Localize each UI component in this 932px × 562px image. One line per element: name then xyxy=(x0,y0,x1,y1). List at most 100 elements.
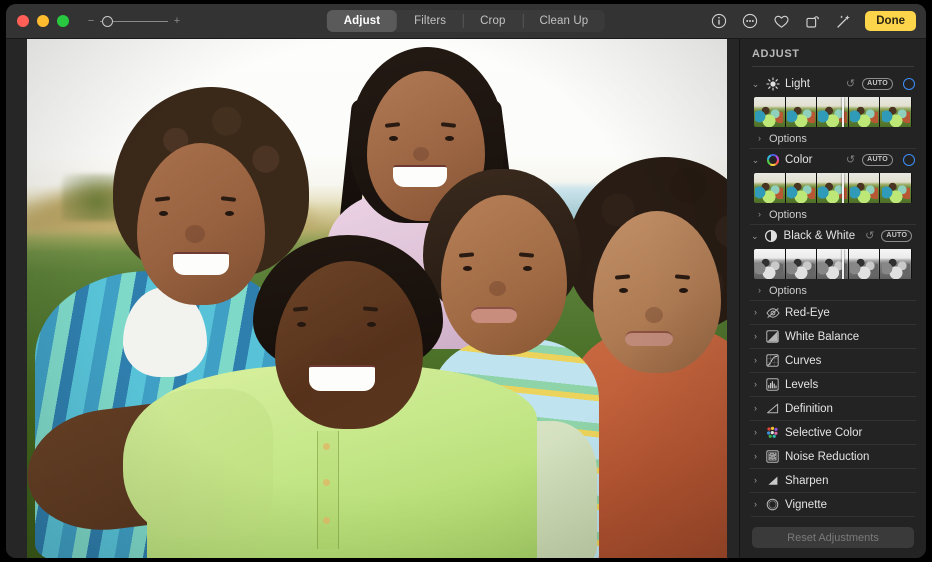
close-window-button[interactable] xyxy=(17,15,29,27)
window-toolbar: − + Adjust Filters Crop Clean Up xyxy=(6,4,926,39)
zoom-slider-control[interactable]: − + xyxy=(87,15,181,27)
white-balance-icon xyxy=(765,329,780,344)
chevron-right-icon[interactable]: › xyxy=(751,476,760,485)
chevron-right-icon[interactable]: › xyxy=(751,332,760,341)
panel-title: ADJUST xyxy=(750,39,916,66)
section-vignette-label: Vignette xyxy=(785,499,827,511)
section-definition[interactable]: › Definition xyxy=(750,396,916,420)
zoom-slider-knob[interactable] xyxy=(102,16,113,27)
section-noise-reduction[interactable]: › Noise Reduct xyxy=(750,444,916,468)
chevron-right-icon[interactable]: › xyxy=(751,500,760,509)
rotate-icon[interactable] xyxy=(803,12,821,30)
section-definition-label: Definition xyxy=(785,403,833,415)
auto-color-button[interactable]: AUTO xyxy=(862,154,893,166)
section-curves[interactable]: › Curves xyxy=(750,348,916,372)
selective-color-icon xyxy=(765,425,780,440)
section-color[interactable]: ⌄ Color ↺ AUTO xyxy=(750,148,916,171)
section-red-eye-label: Red-Eye xyxy=(785,307,830,319)
chevron-right-icon[interactable]: › xyxy=(751,308,760,317)
section-light[interactable]: ⌄ Light ↺ AUTO xyxy=(750,73,916,95)
reset-color-icon[interactable]: ↺ xyxy=(846,155,855,166)
tab-filters[interactable]: Filters xyxy=(397,10,463,32)
section-selective-color[interactable]: › Selective Color xyxy=(750,420,916,444)
zoom-in-icon[interactable]: + xyxy=(173,16,181,27)
sharpen-icon xyxy=(765,473,780,488)
section-selective-color-label: Selective Color xyxy=(785,427,862,439)
section-white-balance[interactable]: › White Balance xyxy=(750,324,916,348)
tab-adjust[interactable]: Adjust xyxy=(327,10,397,32)
curves-icon xyxy=(765,353,780,368)
chevron-down-icon[interactable]: ⌄ xyxy=(751,232,759,241)
section-levels-label: Levels xyxy=(785,379,818,391)
photo-canvas[interactable] xyxy=(6,39,739,558)
chevron-down-icon[interactable]: ⌄ xyxy=(751,80,760,89)
chevron-right-icon[interactable]: › xyxy=(751,428,760,437)
color-options-row[interactable]: › Options xyxy=(750,205,916,224)
section-noise-reduction-label: Noise Reduction xyxy=(785,451,869,463)
chevron-right-icon[interactable]: › xyxy=(751,452,760,461)
more-options-icon[interactable] xyxy=(741,12,759,30)
adjustments-list: ⌄ Light ↺ AUTO xyxy=(750,73,916,521)
maximize-window-button[interactable] xyxy=(57,15,69,27)
auto-light-button[interactable]: AUTO xyxy=(862,78,893,90)
black-and-white-options-label: Options xyxy=(769,285,807,297)
chevron-down-icon[interactable]: ⌄ xyxy=(751,156,760,165)
tab-crop[interactable]: Crop xyxy=(463,10,522,32)
section-vignette[interactable]: › Vignette xyxy=(750,492,916,516)
brightness-sun-icon xyxy=(765,77,780,92)
done-button[interactable]: Done xyxy=(865,11,916,31)
chevron-right-icon[interactable]: › xyxy=(755,134,764,143)
window-body: ADJUST ⌄ Light xyxy=(6,39,926,558)
info-icon[interactable] xyxy=(710,12,728,30)
edited-photo[interactable] xyxy=(27,39,727,558)
color-options-label: Options xyxy=(769,209,807,221)
reset-light-icon[interactable]: ↺ xyxy=(846,79,855,90)
black-and-white-thumbnail-slider[interactable] xyxy=(754,249,912,279)
auto-enhance-wand-icon[interactable] xyxy=(834,12,852,30)
section-white-balance-label: White Balance xyxy=(785,331,859,343)
chevron-right-icon[interactable]: › xyxy=(751,380,760,389)
panel-title-divider xyxy=(752,66,914,67)
black-and-white-options-row[interactable]: › Options xyxy=(750,281,916,300)
sidebar-footer: Reset Adjustments xyxy=(750,521,916,558)
color-slider-handle[interactable] xyxy=(842,173,844,203)
zoom-slider-track[interactable] xyxy=(100,15,168,27)
person-left-mouth xyxy=(173,252,229,275)
section-black-and-white[interactable]: ⌄ Black & White ↺ AUTO xyxy=(750,224,916,247)
section-sharpen[interactable]: › Sharpen xyxy=(750,468,916,492)
section-black-and-white-label: Black & White xyxy=(784,230,856,242)
traffic-light-buttons xyxy=(6,15,69,27)
person-right-mouth xyxy=(625,331,673,346)
section-color-label: Color xyxy=(785,154,812,166)
favorite-heart-icon[interactable] xyxy=(772,12,790,30)
chevron-right-icon[interactable]: › xyxy=(751,404,760,413)
person-front-mouth xyxy=(309,365,375,391)
levels-icon xyxy=(765,377,780,392)
reset-black-and-white-icon[interactable]: ↺ xyxy=(865,231,874,242)
color-wheel-icon xyxy=(765,153,780,168)
person-front-sleeve xyxy=(123,389,273,539)
chevron-right-icon[interactable]: › xyxy=(755,286,764,295)
toggle-light-button[interactable] xyxy=(903,78,915,90)
minimize-window-button[interactable] xyxy=(37,15,49,27)
section-red-eye[interactable]: › Red-Eye xyxy=(750,300,916,324)
vignette-icon xyxy=(765,497,780,512)
person-center-right-mouth xyxy=(471,307,517,323)
toggle-color-button[interactable] xyxy=(903,154,915,166)
zoom-out-icon[interactable]: − xyxy=(87,16,95,27)
color-thumbnail-slider[interactable] xyxy=(754,173,912,203)
light-options-row[interactable]: › Options xyxy=(750,129,916,148)
chevron-right-icon[interactable]: › xyxy=(751,356,760,365)
section-levels[interactable]: › Levels xyxy=(750,372,916,396)
reset-adjustments-button[interactable]: Reset Adjustments xyxy=(752,527,914,548)
auto-black-and-white-button[interactable]: AUTO xyxy=(881,230,912,242)
tab-clean-up[interactable]: Clean Up xyxy=(522,10,605,32)
section-curves-label: Curves xyxy=(785,355,821,367)
adjust-sidebar: ADJUST ⌄ Light xyxy=(739,39,926,558)
chevron-right-icon[interactable]: › xyxy=(755,210,764,219)
black-and-white-slider-handle[interactable] xyxy=(842,249,844,279)
light-slider-handle[interactable] xyxy=(842,97,844,127)
light-thumbnail-slider[interactable] xyxy=(754,97,912,127)
photos-edit-window: − + Adjust Filters Crop Clean Up xyxy=(6,4,926,558)
noise-reduction-icon xyxy=(765,449,780,464)
